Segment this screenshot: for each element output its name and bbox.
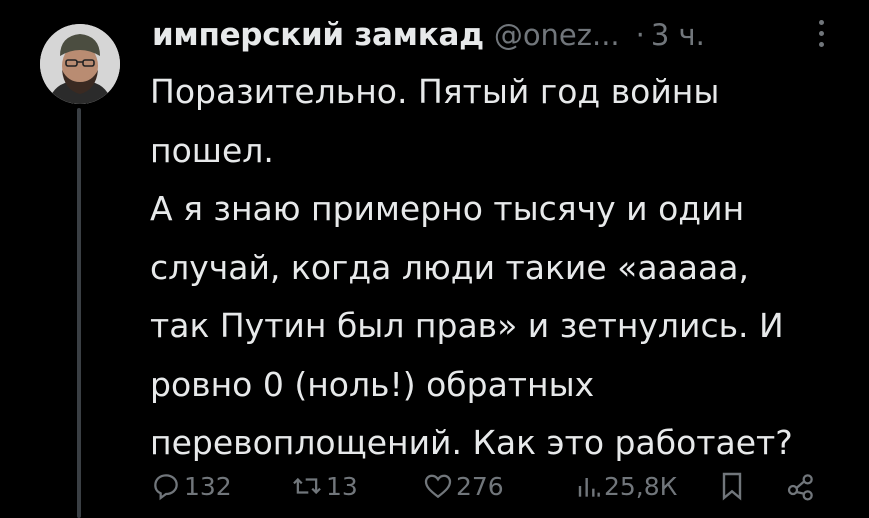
thread-line	[77, 108, 81, 518]
reply-icon	[154, 474, 178, 501]
post-text-line: Поразительно. Пятый год войны	[150, 72, 720, 111]
action-bar: 132 13 276 25,8К	[150, 464, 850, 508]
post-header: имперский замкад @onez... · 3 ч.	[152, 12, 705, 58]
post-text-line: ровно 0 (ноль!) обратных	[150, 364, 595, 404]
post-time[interactable]: 3 ч.	[651, 18, 705, 52]
share-button[interactable]	[785, 464, 817, 508]
post-text-line: пошел.	[150, 130, 274, 170]
separator: ·	[635, 18, 645, 52]
like-count: 276	[456, 471, 504, 501]
bookmark-button[interactable]	[718, 464, 746, 508]
reply-button[interactable]: 132	[150, 464, 232, 508]
views-icon	[578, 478, 600, 497]
repost-button[interactable]: 13	[290, 464, 358, 508]
views-button[interactable]: 25,8К	[574, 464, 677, 508]
views-count: 25,8К	[604, 471, 678, 501]
post-text-line: так Путин был прав» и зетнулись. И	[150, 306, 784, 345]
like-button[interactable]: 276	[422, 464, 504, 508]
bookmark-icon	[722, 472, 742, 501]
post-text-line: случай, когда люди такие «ааааа,	[150, 247, 749, 287]
post-text: Поразительно. Пятый год войны пошел. А я…	[150, 63, 855, 473]
share-icon	[787, 474, 813, 501]
repost-count: 13	[326, 471, 358, 501]
repost-icon	[293, 477, 321, 495]
like-icon	[424, 474, 452, 499]
reply-count: 132	[184, 471, 232, 501]
author-handle[interactable]: @onez...	[494, 18, 620, 52]
author-name[interactable]: имперский замкад	[152, 17, 484, 53]
avatar[interactable]	[40, 24, 120, 104]
post-text-line: А я знаю примерно тысячу и один	[150, 189, 745, 228]
more-icon[interactable]	[815, 20, 827, 52]
